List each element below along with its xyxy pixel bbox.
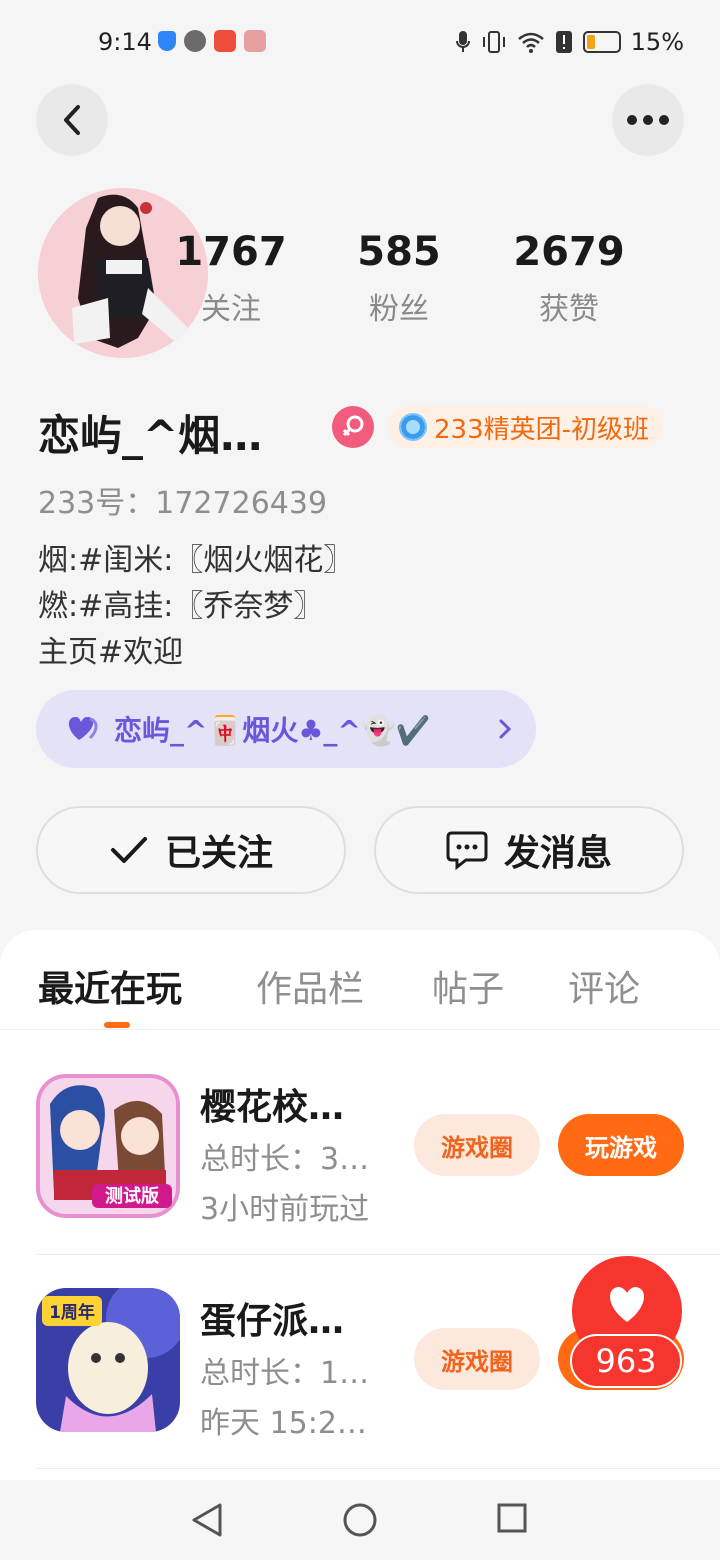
following-button[interactable]: 已关注 [36,806,346,894]
check-icon [110,837,147,863]
vibrate-icon [482,31,505,53]
status-notification-icons [158,30,266,52]
user-id: 233号：172726439 [38,486,328,521]
bio-line: 燃:#高挂:〖乔奈梦〗 [38,589,324,624]
play-game-button[interactable]: 玩游戏 [558,1114,684,1176]
system-nav-bar [0,1480,720,1560]
like-count: 963 [570,1334,682,1388]
send-message-button[interactable]: 发消息 [374,806,684,894]
chevron-right-icon [499,719,512,739]
tab-works[interactable]: 作品栏 [256,960,364,1012]
wifi-icon [517,32,544,53]
game-icon-eggy-party[interactable]: 1周年 [36,1288,180,1432]
game-icon-label: 测试版 [105,1185,159,1207]
game-circle-button[interactable]: 游戏圈 [414,1114,540,1176]
game-icon-sakura[interactable]: 测试版 [36,1074,180,1218]
send-message-label: 发消息 [503,833,612,874]
back-button[interactable] [36,84,108,156]
stat-following[interactable]: 1767 关注 [156,228,306,328]
nav-home-icon[interactable] [342,1502,378,1538]
tab-recently-played[interactable]: 最近在玩 [38,960,182,1012]
stat-value: 1767 [175,229,287,275]
more-dots-icon [627,115,669,125]
wechat-icon [184,30,206,52]
tab-bar: 最近在玩 作品栏 帖子 评论 [0,930,720,1030]
active-tab-indicator [104,1022,130,1028]
club-name: 恋屿_^🀄烟火♣_^👻✔️ [114,714,431,747]
stat-followers[interactable]: 585 粉丝 [324,228,474,328]
club-link[interactable]: 恋屿_^🀄烟火♣_^👻✔️ [36,690,536,768]
game-title: 蛋仔派… [200,1301,345,1342]
game-title: 樱花校… [200,1087,345,1128]
stat-value: 2679 [513,229,625,275]
nav-back-icon[interactable] [190,1502,224,1538]
globe-badge-icon [399,413,427,441]
elite-group-badge[interactable]: 233精英团-初级班 [388,406,664,448]
chat-bubble-icon [446,831,488,870]
alert-icon [555,31,572,53]
game-last-played: 昨天 15:2… [200,1406,367,1441]
bio: 烟:#闺米:〖烟火烟花〗 燃:#高挂:〖乔奈梦〗 主页#欢迎 [38,538,353,676]
tab-comments[interactable]: 评论 [568,960,640,1012]
battery-icon [582,31,621,53]
stat-label: 关注 [201,292,261,327]
badge-label: 233精英团-初级班 [434,414,650,445]
status-time: 9:14 [98,28,152,56]
row-divider [36,1254,720,1255]
content-sheet: 最近在玩 作品栏 帖子 评论 测试版 樱花校… 总时长：3… 3小时前玩过 游戏… [0,930,720,1490]
game-icon-label: 1周年 [49,1302,95,1323]
box-icon [244,30,266,52]
bio-line: 烟:#闺米:〖烟火烟花〗 [38,543,354,578]
status-system-icons: 15% [455,28,684,56]
game-last-played: 3小时前玩过 [200,1192,370,1227]
like-float-button[interactable]: 963 [558,1256,686,1396]
bio-line: 主页#欢迎 [38,635,184,670]
following-label: 已关注 [164,833,273,874]
female-icon [332,406,374,448]
username: 恋屿_^烟… [38,411,263,460]
stat-label: 获赞 [539,292,599,327]
heart-icon [609,1287,645,1322]
game-playtime: 总时长：1… [200,1356,370,1391]
row-divider [36,1468,720,1469]
app-icon [214,30,236,52]
mic-icon [455,31,470,52]
battery-percent: 15% [630,28,684,56]
shield-icon [158,31,176,51]
chevron-left-icon [64,105,80,135]
game-playtime: 总时长：3… [200,1142,370,1177]
heart-icon [68,716,98,740]
stat-likes[interactable]: 2679 获赞 [494,228,644,328]
more-button[interactable] [612,84,684,156]
game-circle-button[interactable]: 游戏圈 [414,1328,540,1390]
stat-value: 585 [357,229,441,275]
tab-posts[interactable]: 帖子 [432,960,504,1012]
nav-recents-icon[interactable] [496,1502,528,1536]
stat-label: 粉丝 [369,292,429,327]
status-bar: 9:14 15% [0,0,720,84]
